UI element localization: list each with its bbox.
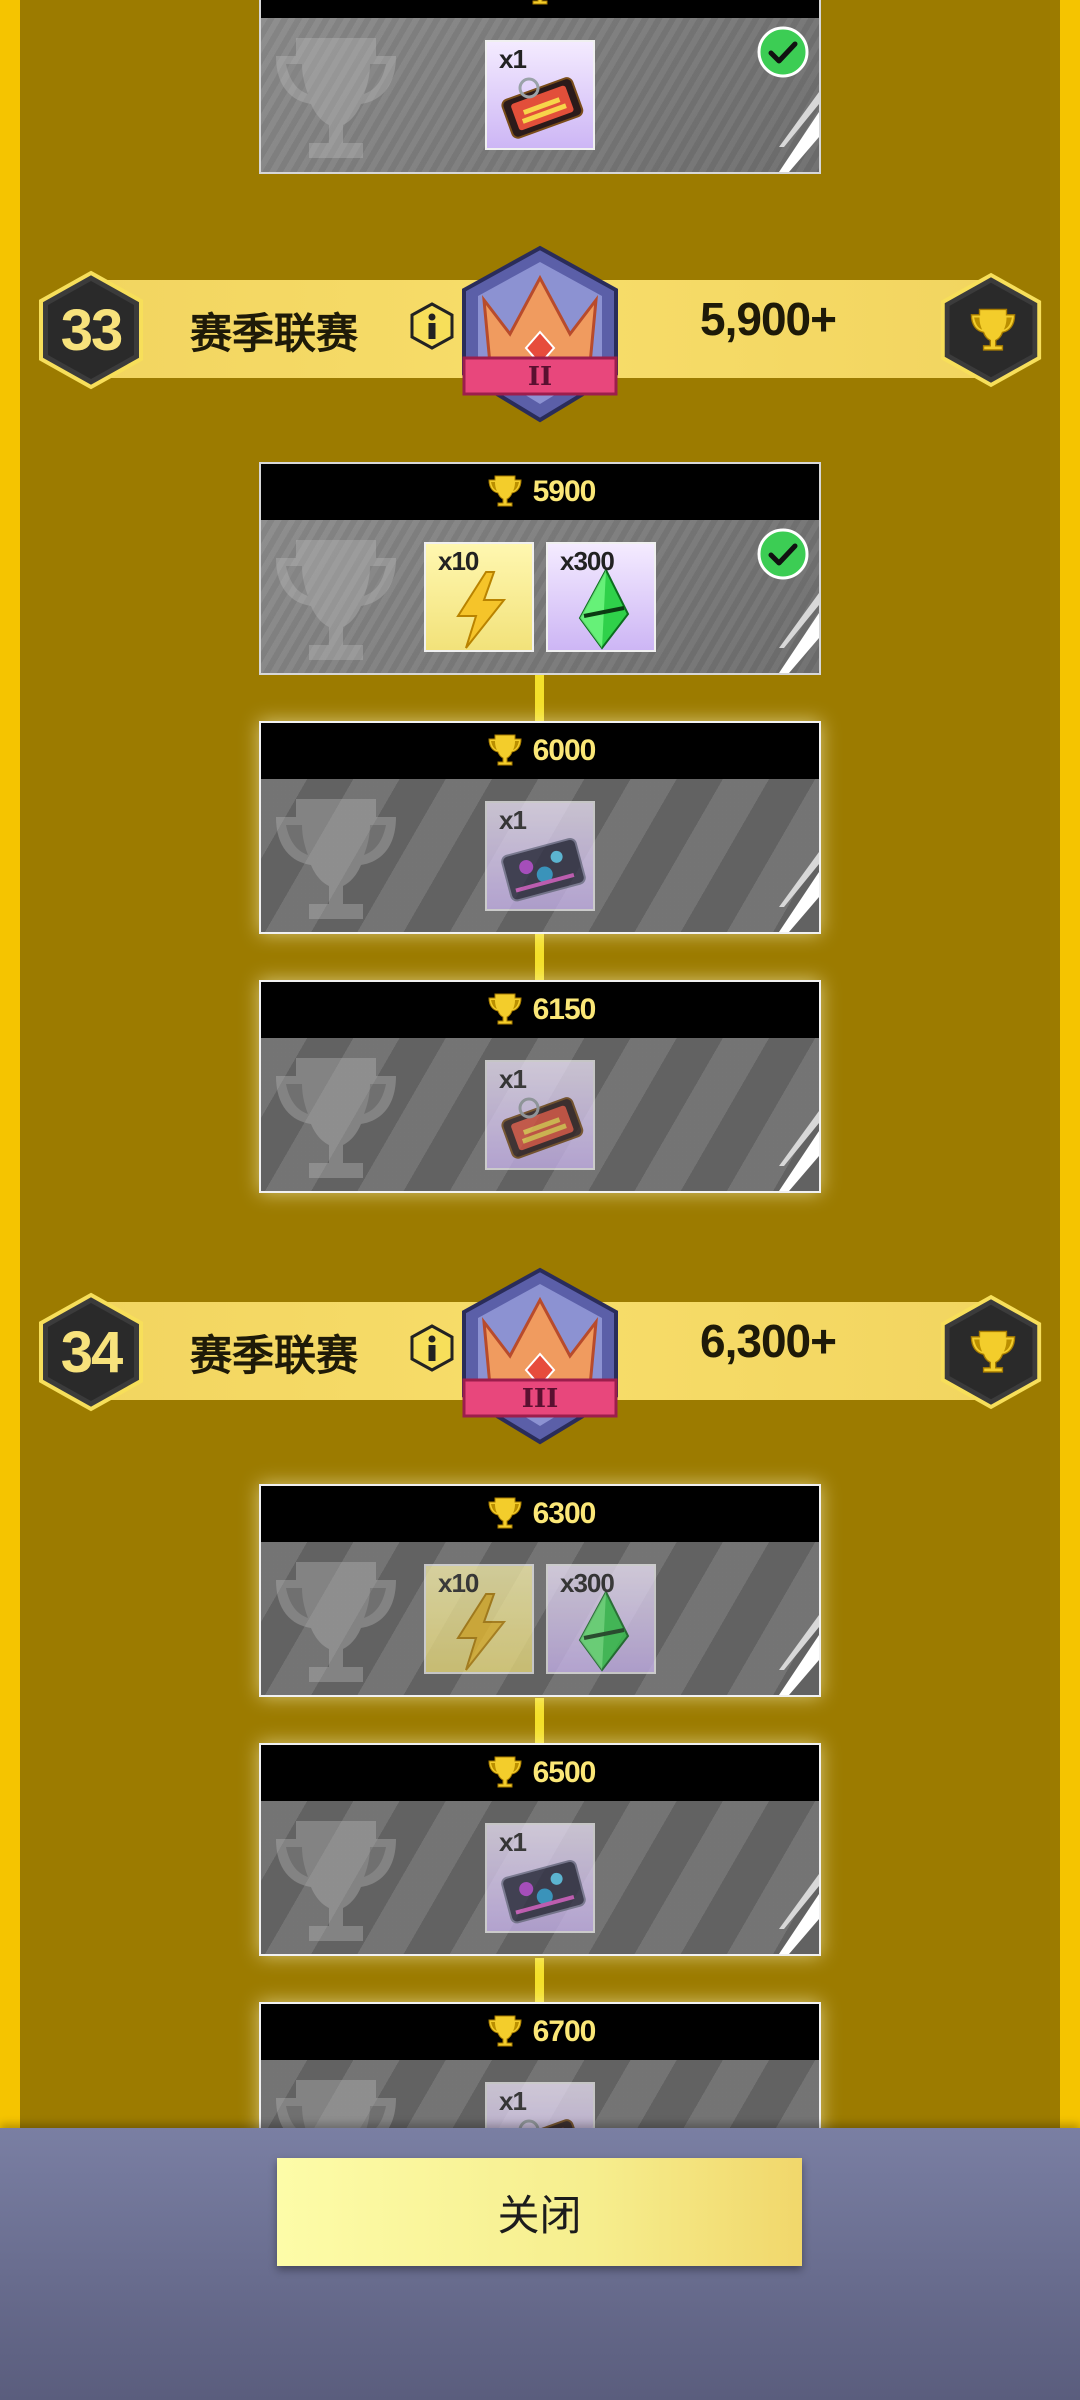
trophy-requirement: 6150: [532, 993, 597, 1026]
close-button[interactable]: 关闭: [277, 2158, 802, 2266]
reward-card[interactable]: 6150 x1: [259, 980, 821, 1193]
league-threshold: 6,300+: [700, 1315, 837, 1367]
reward-item[interactable]: x1: [485, 40, 595, 150]
connector-line: [535, 675, 544, 723]
league-threshold: 5,900+: [700, 293, 837, 345]
card-header: 6700: [261, 2004, 819, 2060]
connector-line: [535, 934, 544, 982]
corner-stripe-decoration: [779, 92, 819, 172]
corner-stripe-decoration: [779, 1111, 819, 1191]
corner-stripe-decoration: [779, 593, 819, 673]
check-icon: [757, 528, 809, 580]
connector-line: [535, 1958, 544, 2006]
trophy-requirement: 6500: [532, 1756, 597, 1789]
item-quantity: x1: [499, 2086, 527, 2116]
trophy-icon: [485, 2012, 525, 2052]
lightning-icon: [436, 568, 526, 650]
card-header: 6300: [261, 1486, 819, 1542]
item-quantity: x10: [438, 1568, 479, 1598]
lightning-icon: [436, 1590, 526, 1672]
crown-badge-icon: III: [448, 1262, 632, 1452]
crown-badge-icon: II: [448, 240, 632, 430]
corner-stripe-decoration: [779, 1874, 819, 1954]
trophy-icon: [485, 1753, 525, 1793]
league-level-number: 33: [60, 297, 124, 363]
trophy-requirement: 5900: [532, 475, 597, 508]
rank-numeral: II: [528, 362, 552, 392]
item-quantity: x10: [438, 546, 479, 576]
trophy-icon: [485, 472, 525, 512]
item-quantity: x300: [560, 1568, 615, 1598]
item-quantity: x1: [499, 44, 527, 74]
corner-stripe-decoration: [779, 1615, 819, 1695]
circuit-card-icon: [497, 827, 587, 909]
rank-numeral: III: [522, 1384, 559, 1414]
corner-stripe-decoration: [779, 852, 819, 932]
reward-item[interactable]: x300: [546, 1564, 656, 1674]
trophy-hex-icon: [938, 270, 1044, 390]
item-quantity: x1: [499, 1827, 527, 1857]
green-gem-icon: [558, 1590, 648, 1672]
trophy-icon: [485, 731, 525, 771]
check-icon: [757, 26, 809, 78]
connector-line: [535, 1698, 544, 1746]
league-banner: 33 赛季联赛 II 5,900+: [0, 250, 1080, 410]
fire-ticket-icon: [497, 1086, 587, 1168]
reward-card[interactable]: 6300 x10 x300: [259, 1484, 821, 1697]
item-quantity: x300: [560, 546, 615, 576]
reward-card-partial[interactable]: x1: [259, 0, 821, 174]
trophy-requirement: 6000: [532, 734, 597, 767]
bottom-panel: 关闭: [0, 2128, 1080, 2400]
trophy-icon: [520, 0, 560, 10]
reward-item[interactable]: x1: [485, 1823, 595, 1933]
reward-card[interactable]: 5900 x10 x300: [259, 462, 821, 675]
trophy-icon: [485, 990, 525, 1030]
fire-ticket-icon: [497, 66, 587, 148]
item-quantity: x1: [499, 805, 527, 835]
card-header: 6150: [261, 982, 819, 1038]
item-quantity: x1: [499, 1064, 527, 1094]
league-level-number: 34: [60, 1319, 124, 1385]
reward-item[interactable]: x1: [485, 1060, 595, 1170]
reward-card[interactable]: 6500 x1: [259, 1743, 821, 1956]
reward-card[interactable]: 6000 x1: [259, 721, 821, 934]
card-header: 5900: [261, 464, 819, 520]
card-header: [261, 0, 819, 18]
trophy-hex-icon: [938, 1292, 1044, 1412]
reward-item[interactable]: x10: [424, 542, 534, 652]
reward-item[interactable]: x10: [424, 1564, 534, 1674]
reward-item[interactable]: x300: [546, 542, 656, 652]
league-name: 赛季联赛: [190, 1332, 359, 1379]
circuit-card-icon: [497, 1849, 587, 1931]
trophy-requirement: 6300: [532, 1497, 597, 1530]
green-gem-icon: [558, 568, 648, 650]
card-header: 6000: [261, 723, 819, 779]
card-header: 6500: [261, 1745, 819, 1801]
trophy-requirement: 6700: [532, 2015, 597, 2048]
league-banner: 34 赛季联赛 III 6,300+: [0, 1272, 1080, 1432]
trophy-icon: [485, 1494, 525, 1534]
league-name: 赛季联赛: [190, 310, 359, 357]
reward-item[interactable]: x1: [485, 801, 595, 911]
